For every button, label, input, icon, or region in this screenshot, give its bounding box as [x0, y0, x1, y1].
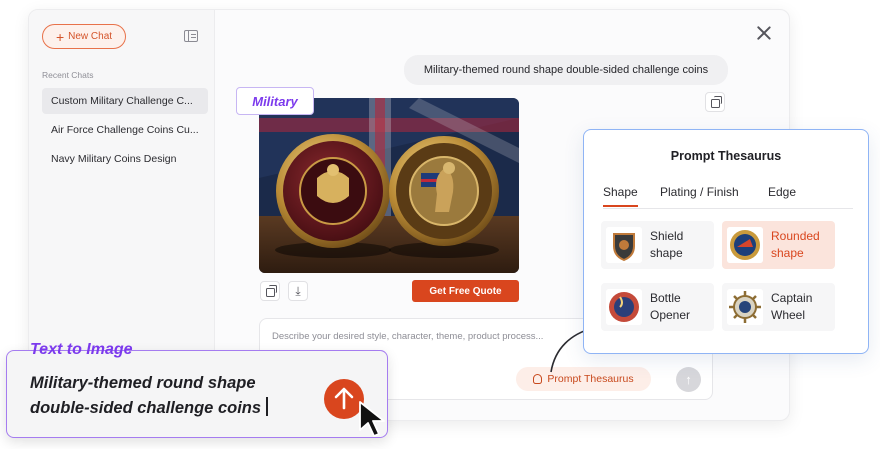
option-rounded-shape[interactable]: Rounded shape	[722, 221, 835, 269]
tab-edge[interactable]: Edge	[768, 185, 796, 199]
sidebar-toggle-icon[interactable]	[184, 30, 198, 42]
get-free-quote-button[interactable]: Get Free Quote	[412, 280, 519, 302]
sidebar-item-label: Custom Military Challenge C...	[51, 95, 193, 107]
copy-image-icon[interactable]	[260, 281, 280, 301]
mouse-cursor-icon	[359, 401, 385, 437]
text-caret	[266, 397, 268, 416]
plus-icon: +	[55, 28, 65, 45]
tab-plating-finish[interactable]: Plating / Finish	[660, 185, 739, 199]
user-message: Military-themed round shape double-sided…	[404, 55, 728, 85]
user-message-text: Military-themed round shape double-sided…	[423, 64, 709, 76]
download-icon[interactable]: ⤓	[288, 281, 308, 301]
tab-label: Edge	[768, 185, 797, 199]
copy-message-icon[interactable]	[705, 92, 725, 112]
style-tag-military: Military	[236, 87, 314, 115]
tab-label: Plating / Finish	[660, 185, 739, 199]
option-label: Rounded shape	[771, 229, 820, 260]
coin-illustration	[259, 98, 519, 273]
round-coin-icon	[727, 227, 763, 263]
text-to-image-label: Text to Image	[30, 341, 133, 358]
text-to-image-callout: Military-themed round shape double-sided…	[6, 350, 388, 438]
callout-prompt: Military-themed round shape double-sided…	[30, 371, 300, 421]
thesaurus-title: Prompt Thesaurus	[670, 149, 782, 163]
option-shield-shape[interactable]: Shield shape	[601, 221, 714, 269]
shield-coin-icon	[606, 227, 642, 263]
close-icon[interactable]	[757, 26, 771, 40]
lightbulb-icon	[533, 374, 543, 384]
generated-coin-image[interactable]	[259, 98, 519, 273]
tab-shape[interactable]: Shape	[603, 185, 638, 207]
tab-label: Shape	[603, 185, 638, 199]
sidebar-item-custom-military[interactable]: Custom Military Challenge C...	[42, 88, 208, 114]
tabs-divider	[603, 208, 853, 209]
prompt-thesaurus-popup: Prompt Thesaurus Shape Plating / Finish …	[583, 129, 869, 354]
prompt-input-placeholder: Describe your desired style, character, …	[272, 331, 544, 342]
captain-wheel-coin-icon	[727, 289, 763, 325]
option-label: Captain Wheel	[771, 291, 813, 322]
sidebar-item-air-force[interactable]: Air Force Challenge Coins Cu...	[42, 117, 208, 143]
option-label: Shield shape	[650, 229, 684, 260]
sidebar-item-label: Air Force Challenge Coins Cu...	[51, 124, 199, 136]
style-tag-label: Military	[252, 93, 298, 109]
screen: + New Chat Recent Chats Custom Military …	[0, 0, 880, 449]
sidebar-item-label: Navy Military Coins Design	[51, 153, 177, 165]
option-bottle-opener[interactable]: Bottle Opener	[601, 283, 714, 331]
bottle-opener-coin-icon	[606, 289, 642, 325]
recent-chats-heading: Recent Chats	[42, 70, 94, 80]
sidebar-item-navy[interactable]: Navy Military Coins Design	[42, 146, 208, 172]
option-label: Bottle Opener	[650, 291, 691, 322]
new-chat-button[interactable]: + New Chat	[42, 24, 126, 49]
new-chat-label: New Chat	[68, 31, 113, 42]
send-button-disabled[interactable]: ↑	[676, 367, 701, 392]
option-captain-wheel[interactable]: Captain Wheel	[722, 283, 835, 331]
callout-prompt-text: Military-themed round shape double-sided…	[30, 374, 262, 417]
quote-button-label: Get Free Quote	[429, 285, 502, 297]
